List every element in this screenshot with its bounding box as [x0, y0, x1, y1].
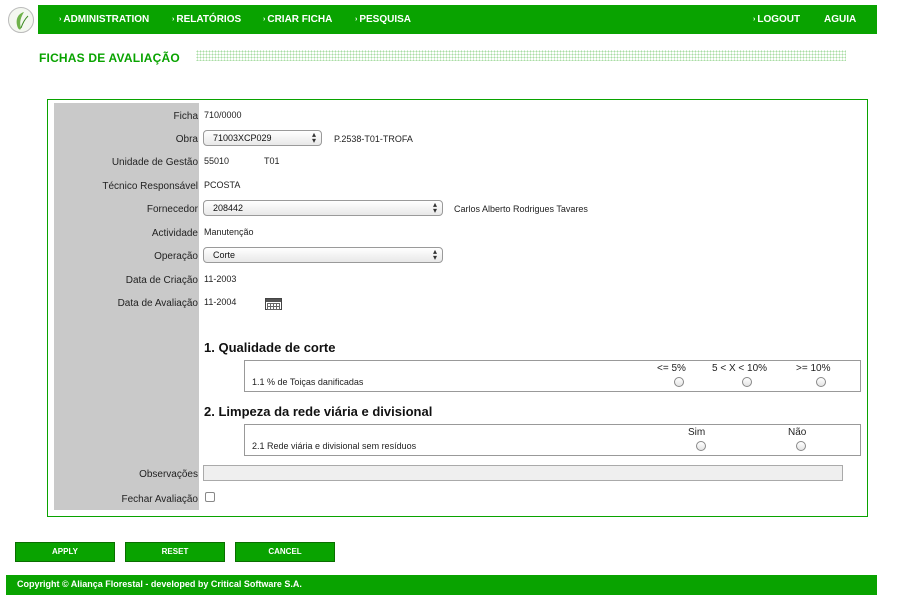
question-2-box	[244, 424, 861, 456]
unidade-code: T01	[264, 156, 280, 166]
option-label: <= 5%	[657, 363, 686, 374]
reset-button[interactable]: RESET	[125, 542, 225, 562]
leaf-icon	[16, 12, 29, 30]
fornecedor-label: Fornecedor	[146, 204, 198, 215]
option-label: Sim	[688, 427, 706, 438]
observacoes-label: Observações	[139, 469, 198, 480]
observacoes-input[interactable]	[203, 465, 843, 481]
unidade-value: 55010	[204, 156, 230, 166]
fornecedor-name: Carlos Alberto Rodrigues Tavares	[454, 204, 588, 214]
data-criacao-label: Data de Criação	[125, 275, 198, 286]
question-1-text: 1.1 % de Toiças danificadas	[252, 377, 364, 387]
data-avaliacao-label: Data de Avaliação	[117, 298, 198, 309]
select-caret-icon: ▴ ▾	[311, 130, 316, 145]
nav-logout[interactable]: › LOGOUT	[753, 14, 800, 25]
footer-bar: Copyright © Aliança Florestal - develope…	[6, 575, 877, 595]
select-caret-icon: ▴ ▾	[432, 200, 437, 215]
section-1-title: 1. Qualidade de corte	[204, 340, 336, 355]
question-2-text: 2.1 Rede viária e divisional sem resíduo…	[252, 441, 417, 451]
ficha-label: Ficha	[173, 111, 198, 122]
copyright-text: Copyright © Aliança Florestal - develope…	[17, 579, 302, 589]
nav-user[interactable]: AGUIA	[824, 14, 856, 25]
select-caret-icon: ▴ ▾	[432, 247, 437, 262]
nav-arrow-icon: ›	[753, 16, 756, 23]
radio-q1-opt3[interactable]	[816, 377, 826, 387]
nav-administration[interactable]: › ADMINISTRATION	[59, 14, 149, 25]
section-2-title: 2. Limpeza da rede viária e divisional	[204, 404, 433, 419]
obra-label: Obra	[175, 134, 198, 145]
page-title: FICHAS DE AVALIAÇÃO	[39, 51, 180, 65]
option-label: Não	[788, 427, 807, 438]
radio-q2-sim[interactable]	[696, 441, 706, 451]
actividade-label: Actividade	[151, 228, 198, 239]
top-nav-bar: › ADMINISTRATION › RELATÓRIOS › CRIAR FICHA…	[38, 5, 877, 34]
option-label: 5 < X < 10%	[712, 363, 768, 374]
data-avaliacao-value: 11-2004	[204, 297, 237, 307]
tecnico-label: Técnico Responsável	[102, 181, 198, 192]
nav-arrow-icon: ›	[59, 16, 62, 23]
obra-select[interactable]: 71003XCP029 ▴ ▾	[203, 130, 322, 146]
nav-pesquisa[interactable]: › PESQUISA	[355, 14, 411, 25]
actividade-value: Manutenção	[204, 227, 254, 237]
nav-arrow-icon: ›	[172, 16, 175, 23]
apply-button[interactable]: APPLY	[15, 542, 115, 562]
nav-arrow-icon: ›	[263, 16, 266, 23]
option-label: >= 10%	[796, 363, 831, 374]
radio-q1-opt2[interactable]	[742, 377, 752, 387]
ficha-value: 710/0000	[204, 110, 242, 120]
cancel-button[interactable]: CANCEL	[235, 542, 335, 562]
obra-description: P.2538-T01-TROFA	[334, 134, 413, 144]
operacao-label: Operação	[154, 251, 198, 262]
unidade-label: Unidade de Gestão	[111, 157, 198, 168]
title-dotted-rule	[196, 50, 846, 61]
calendar-icon[interactable]	[265, 298, 282, 310]
fechar-avaliacao-label: Fechar Avaliação	[121, 494, 198, 505]
nav-arrow-icon: ›	[355, 16, 358, 23]
tecnico-value: PCOSTA	[204, 180, 241, 190]
fechar-avaliacao-checkbox[interactable]	[205, 492, 215, 502]
question-1-box	[244, 360, 861, 392]
data-criacao-value: 11-2003	[204, 274, 237, 284]
operacao-select[interactable]: Corte ▴ ▾	[203, 247, 443, 263]
nav-relatorios[interactable]: › RELATÓRIOS	[172, 14, 241, 25]
radio-q1-opt1[interactable]	[674, 377, 684, 387]
radio-q2-nao[interactable]	[796, 441, 806, 451]
logo	[8, 7, 34, 33]
fornecedor-select[interactable]: 208442 ▴ ▾	[203, 200, 443, 216]
nav-criar-ficha[interactable]: › CRIAR FICHA	[263, 14, 332, 25]
